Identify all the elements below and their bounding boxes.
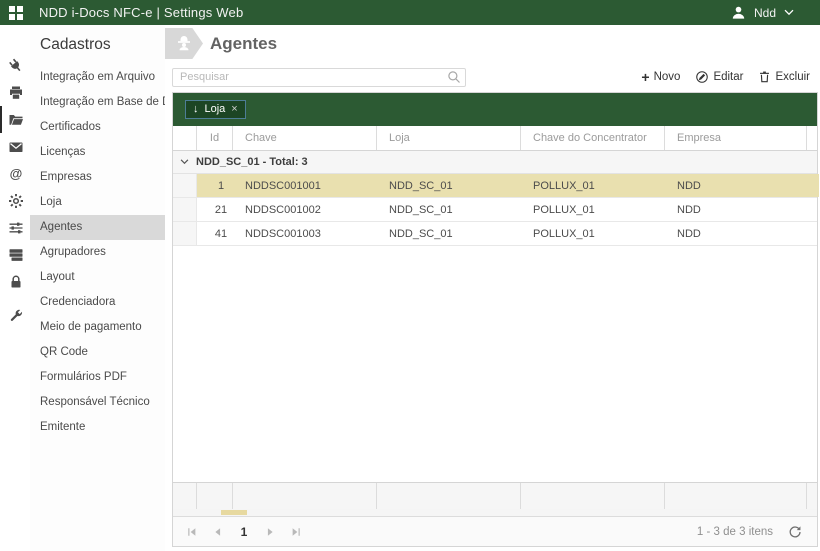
cell-concentrator: POLLUX_01: [521, 222, 665, 245]
scrollbar-thumb[interactable]: [221, 510, 247, 515]
sidebar-heading: Cadastros: [40, 36, 165, 54]
cell-empresa: NDD: [665, 198, 807, 221]
first-page-button[interactable]: [179, 521, 205, 543]
sliders-icon[interactable]: [0, 214, 30, 241]
agents-grid: ↓ Loja × Id Chave Loja Chave do Concentr…: [172, 92, 818, 547]
sidebar-item-qr-code[interactable]: QR Code: [30, 340, 165, 365]
cell-id: 1: [197, 174, 233, 197]
main-content: Agentes + Novo Editar: [165, 25, 820, 551]
agent-badge-icon: [165, 28, 203, 59]
top-bar: NDD i-Docs NFC-e | Settings Web Ndd: [0, 0, 820, 25]
table-row[interactable]: 41 NDDSC001003 NDD_SC_01 POLLUX_01 NDD: [173, 222, 817, 246]
folder-open-icon[interactable]: [0, 106, 30, 133]
sidebar-item-licencas[interactable]: Licenças: [30, 140, 165, 165]
column-header-id[interactable]: Id: [197, 126, 233, 150]
at-icon[interactable]: @: [0, 160, 30, 187]
cell-concentrator: POLLUX_01: [521, 174, 665, 197]
chevron-down-icon: [784, 9, 794, 16]
sort-arrow-icon: ↓: [193, 103, 199, 115]
toolbar: + Novo Editar Excluir: [165, 62, 820, 92]
cell-chave: NDDSC001002: [233, 198, 377, 221]
sidebar-menu: Cadastros Integração em Arquivo Integraç…: [30, 25, 165, 551]
cell-chave: NDDSC001001: [233, 174, 377, 197]
grid-empty-area: [173, 246, 817, 482]
search-icon[interactable]: [447, 70, 461, 84]
table-row[interactable]: 1 NDDSC001001 NDD_SC_01 POLLUX_01 NDD: [173, 174, 817, 198]
last-page-button[interactable]: [283, 521, 309, 543]
group-chip-loja[interactable]: ↓ Loja ×: [185, 100, 246, 119]
search-input[interactable]: [172, 68, 466, 87]
mail-icon[interactable]: [0, 133, 30, 160]
column-header-empresa[interactable]: Empresa: [665, 126, 807, 150]
sidebar-item-empresas[interactable]: Empresas: [30, 165, 165, 190]
sidebar-item-formularios-pdf[interactable]: Formulários PDF: [30, 365, 165, 390]
edit-icon: [695, 70, 709, 84]
current-page[interactable]: 1: [231, 525, 257, 539]
cell-loja: NDD_SC_01: [377, 198, 521, 221]
wrench-icon[interactable]: [0, 302, 30, 329]
cell-concentrator: POLLUX_01: [521, 198, 665, 221]
grouping-bar: ↓ Loja ×: [173, 93, 817, 126]
cell-id: 21: [197, 198, 233, 221]
pager: 1 1 - 3 de 3 itens: [173, 516, 817, 546]
sidebar-item-layout[interactable]: Layout: [30, 265, 165, 290]
remove-group-icon[interactable]: ×: [231, 103, 237, 115]
sidebar-item-loja[interactable]: Loja: [30, 190, 165, 215]
group-row-label: NDD_SC_01 - Total: 3: [196, 156, 308, 168]
sidebar-item-agentes[interactable]: Agentes: [30, 215, 165, 240]
pager-info: 1 - 3 de 3 itens: [697, 526, 773, 538]
sidebar-item-responsavel-tecnico[interactable]: Responsável Técnico: [30, 390, 165, 415]
printer-icon[interactable]: [0, 79, 30, 106]
cell-loja: NDD_SC_01: [377, 174, 521, 197]
user-icon: [731, 5, 746, 20]
server-icon[interactable]: [0, 241, 30, 268]
sidebar-item-emitente[interactable]: Emitente: [30, 415, 165, 440]
sidebar-item-agrupadores[interactable]: Agrupadores: [30, 240, 165, 265]
app-title: NDD i-Docs NFC-e | Settings Web: [39, 5, 243, 20]
refresh-icon[interactable]: [788, 525, 802, 539]
edit-button[interactable]: Editar: [695, 70, 743, 84]
new-button[interactable]: + Novo: [641, 70, 680, 84]
gear-icon[interactable]: [0, 187, 30, 214]
lock-icon[interactable]: [0, 268, 30, 295]
cell-empresa: NDD: [665, 174, 807, 197]
cell-id: 41: [197, 222, 233, 245]
cell-empresa: NDD: [665, 222, 807, 245]
grid-header: Id Chave Loja Chave do Concentrator Empr…: [173, 126, 817, 151]
column-header-loja[interactable]: Loja: [377, 126, 521, 150]
next-page-button[interactable]: [257, 521, 283, 543]
user-name: Ndd: [754, 6, 776, 20]
previous-page-button[interactable]: [205, 521, 231, 543]
column-header-chave[interactable]: Chave: [233, 126, 377, 150]
sidebar-item-integracao-base-dados[interactable]: Integração em Base de Dados: [30, 90, 165, 115]
horizontal-scrollbar[interactable]: [173, 509, 817, 516]
group-chip-label: Loja: [205, 103, 226, 115]
grid-footer: [173, 482, 817, 509]
sidebar-item-meio-pagamento[interactable]: Meio de pagamento: [30, 315, 165, 340]
group-row[interactable]: NDD_SC_01 - Total: 3: [173, 151, 817, 174]
sidebar-item-credenciadora[interactable]: Credenciadora: [30, 290, 165, 315]
trash-icon: [758, 70, 771, 84]
page-header: Agentes: [165, 25, 820, 62]
sidebar-item-certificados[interactable]: Certificados: [30, 115, 165, 140]
plug-icon[interactable]: [0, 52, 30, 79]
delete-button[interactable]: Excluir: [758, 70, 810, 84]
apps-grid-icon[interactable]: [9, 6, 23, 20]
collapse-group-icon[interactable]: [180, 159, 189, 165]
column-header-concentrator[interactable]: Chave do Concentrator: [521, 126, 665, 150]
page-title: Agentes: [210, 34, 277, 54]
plus-icon: +: [641, 72, 649, 82]
cell-chave: NDDSC001003: [233, 222, 377, 245]
table-row[interactable]: 21 NDDSC001002 NDD_SC_01 POLLUX_01 NDD: [173, 198, 817, 222]
icon-nav-strip: @: [0, 25, 30, 551]
search-box: [172, 67, 466, 87]
user-menu[interactable]: Ndd: [731, 5, 794, 20]
hierarchy-column-header: [173, 126, 197, 150]
column-header-spacer: [807, 126, 817, 150]
sidebar-item-integracao-arquivo[interactable]: Integração em Arquivo: [30, 65, 165, 90]
cell-loja: NDD_SC_01: [377, 222, 521, 245]
